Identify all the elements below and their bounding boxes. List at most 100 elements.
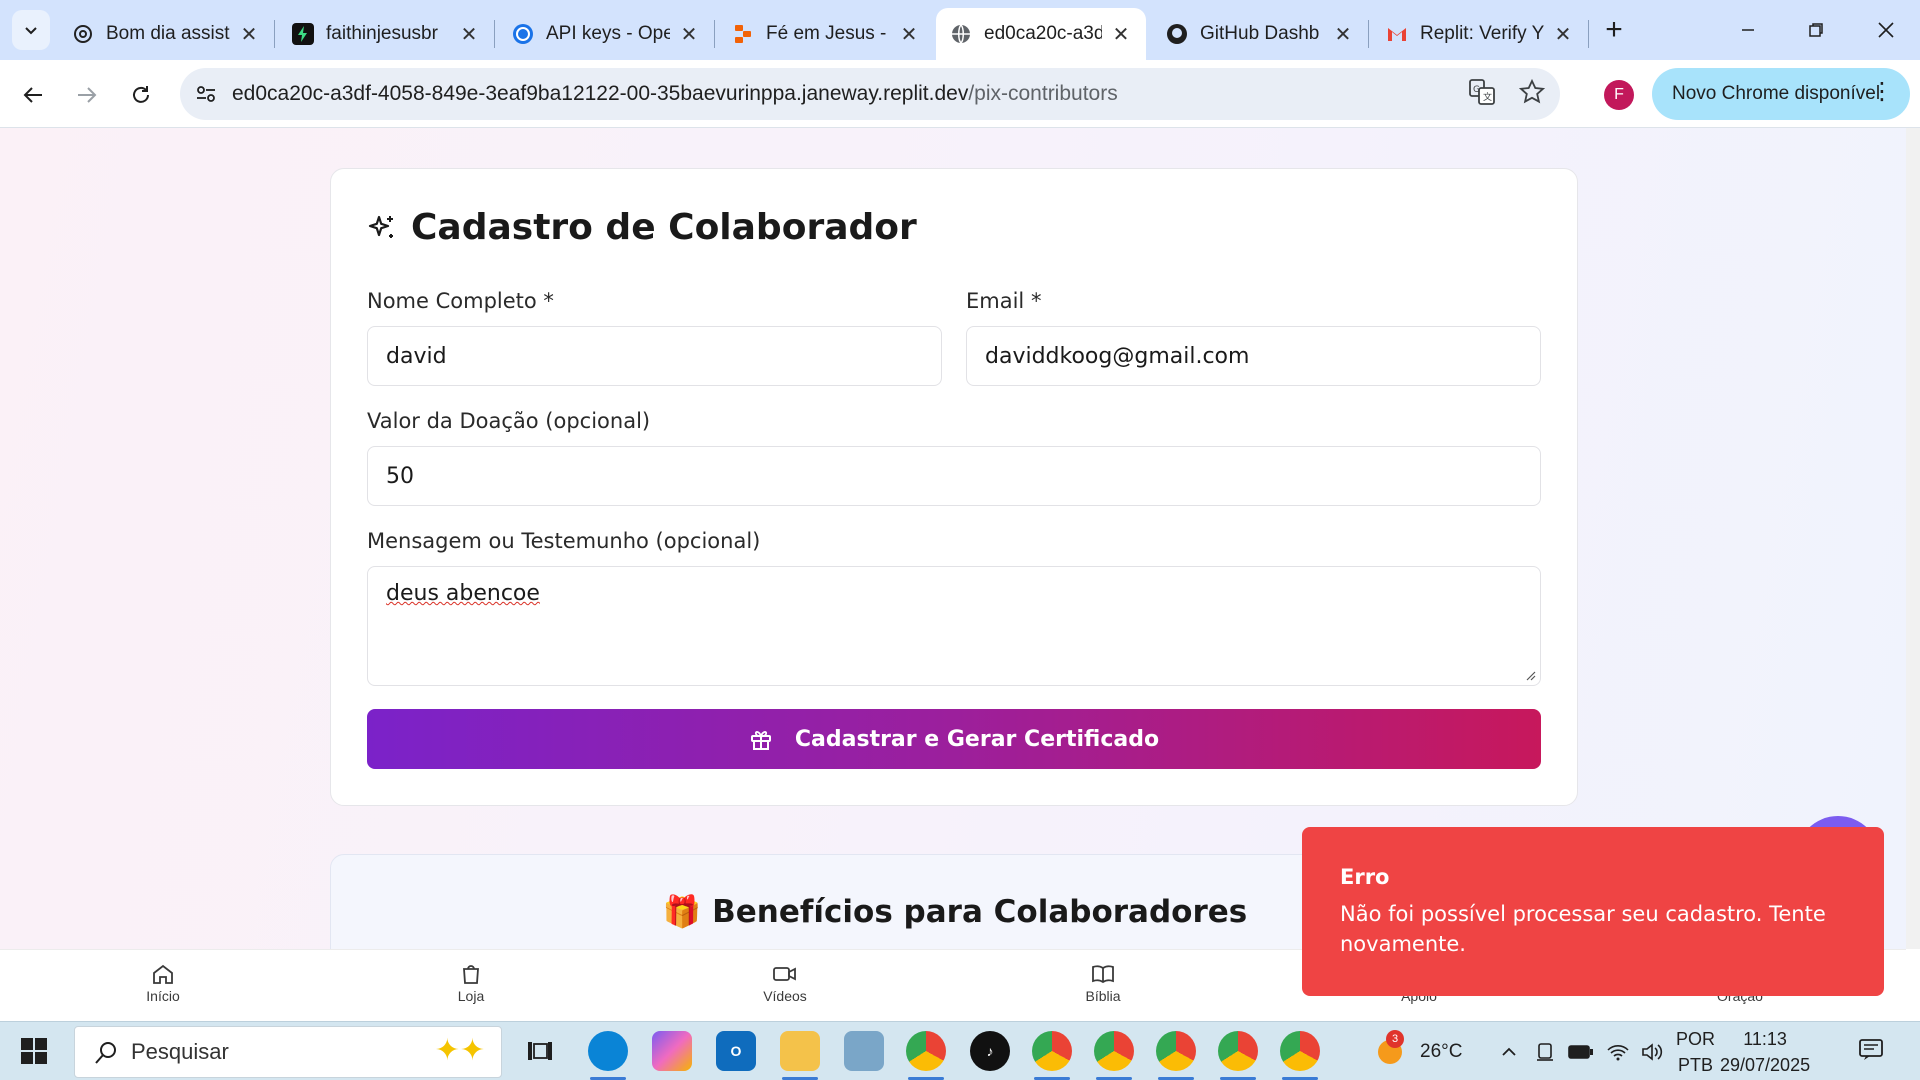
error-toast[interactable]: Erro Não foi possível processar seu cada…	[1302, 827, 1884, 996]
tab-gmail[interactable]: Replit: Verify Y ✕	[1372, 8, 1588, 60]
battery-icon[interactable]	[1568, 1022, 1594, 1080]
tab-title: Fé em Jesus -	[766, 23, 887, 44]
more-menu-icon[interactable]: ⋮	[1870, 80, 1894, 104]
nav-label: Loja	[457, 988, 485, 1004]
search-icon	[95, 1042, 116, 1064]
tab-separator	[274, 20, 275, 48]
new-tab-button[interactable]: +	[1596, 12, 1632, 48]
site-info-icon[interactable]	[180, 83, 232, 105]
bolt-icon	[292, 23, 314, 45]
meet-now-icon[interactable]	[1534, 1022, 1556, 1080]
bag-icon	[459, 960, 483, 988]
keyboard-language[interactable]: POR PTB	[1676, 1026, 1715, 1078]
task-view-icon[interactable]	[520, 1031, 560, 1071]
weather-widget[interactable]: 26°C	[1374, 1022, 1462, 1080]
wifi-icon[interactable]	[1606, 1022, 1630, 1080]
profile-avatar[interactable]: F	[1604, 80, 1634, 110]
tray-overflow-icon[interactable]	[1500, 1022, 1518, 1080]
page-viewport: Cadastro de Colaborador Nome Completo * …	[0, 128, 1920, 949]
nav-label: Início	[146, 988, 180, 1004]
nav-item-loja[interactable]: Loja	[411, 960, 531, 1004]
tab-api-keys[interactable]: API keys - Ope ✕	[498, 8, 714, 60]
close-icon[interactable]: ✕	[898, 22, 920, 47]
close-icon[interactable]: ✕	[1552, 22, 1574, 47]
chrome-profile-h-icon[interactable]	[1094, 1031, 1134, 1071]
bookmark-star-icon[interactable]	[1518, 78, 1546, 111]
email-field[interactable]: daviddkoog@gmail.com	[966, 326, 1541, 386]
close-icon[interactable]: ✕	[678, 22, 700, 47]
nav-item-inicio[interactable]: Início	[103, 960, 223, 1004]
close-icon[interactable]: ✕	[458, 22, 480, 47]
outlook-icon[interactable]: O	[716, 1031, 756, 1071]
nav-item-biblia[interactable]: Bíblia	[1043, 960, 1163, 1004]
close-icon[interactable]: ✕	[238, 22, 260, 47]
windows-start-icon[interactable]	[20, 1037, 48, 1065]
clock[interactable]: 11:13 29/07/2025	[1720, 1026, 1810, 1078]
name-field[interactable]: david	[367, 326, 942, 386]
close-icon	[1878, 22, 1894, 38]
arrow-right-icon	[78, 87, 97, 103]
page-scrollbar[interactable]	[1906, 128, 1920, 949]
back-button[interactable]	[14, 76, 52, 114]
tab-active-replit-dev[interactable]: ed0ca20c-a3d ✕	[936, 8, 1146, 60]
resize-handle-icon[interactable]	[1524, 669, 1536, 681]
globe-icon	[950, 23, 972, 45]
submit-button[interactable]: Cadastrar e Gerar Certificado	[367, 709, 1541, 769]
close-window-button[interactable]	[1866, 10, 1906, 50]
sparkles-icon	[367, 213, 397, 243]
chrome-update-button[interactable]: Novo Chrome disponível ⋮	[1652, 68, 1910, 120]
email-label: Email *	[966, 289, 1042, 313]
tab-title: GitHub Dashb	[1200, 23, 1320, 44]
copilot-icon[interactable]	[652, 1031, 692, 1071]
svg-text:G: G	[1473, 85, 1480, 95]
tiktok-icon[interactable]: ♪	[970, 1031, 1010, 1071]
nav-item-videos[interactable]: Vídeos	[725, 960, 845, 1004]
donation-label: Valor da Doação (opcional)	[367, 409, 651, 433]
tab-github[interactable]: GitHub Dashb ✕	[1152, 8, 1368, 60]
laptop-app-icon[interactable]	[844, 1031, 884, 1071]
chrome-profile-icon[interactable]	[906, 1031, 946, 1071]
book-icon	[1090, 960, 1116, 988]
chrome-profile-f-icon[interactable]	[1156, 1031, 1196, 1071]
clock-time: 11:13	[1743, 1029, 1787, 1049]
tab-search-button[interactable]	[12, 10, 50, 50]
notification-icon[interactable]	[1858, 1038, 1884, 1062]
restore-button[interactable]	[1796, 10, 1836, 50]
url-host: ed0ca20c-a3df-4058-849e-3eaf9ba12122-00-…	[232, 82, 969, 105]
message-text: deus abencoe	[386, 581, 540, 606]
minimize-button[interactable]	[1728, 10, 1768, 50]
forward-button[interactable]	[68, 76, 106, 114]
name-label: Nome Completo *	[367, 289, 554, 313]
openai-icon	[512, 23, 534, 45]
chrome-profile-c-icon[interactable]	[1032, 1031, 1072, 1071]
chrome-profile-d-icon[interactable]	[1218, 1031, 1258, 1071]
tab-separator	[714, 20, 715, 48]
url-path: /pix-contributors	[968, 82, 1118, 105]
browser-toolbar: ed0ca20c-a3df-4058-849e-3eaf9ba12122-00-…	[0, 60, 1920, 128]
donation-field[interactable]: 50	[367, 446, 1541, 506]
volume-icon[interactable]	[1640, 1022, 1664, 1080]
message-textarea[interactable]: deus abencoe	[367, 566, 1541, 686]
nav-label: Vídeos	[763, 988, 807, 1004]
chrome-profile-e-icon[interactable]	[1280, 1031, 1320, 1071]
address-bar[interactable]: ed0ca20c-a3df-4058-849e-3eaf9ba12122-00-…	[180, 68, 1560, 120]
translate-icon[interactable]: G文	[1468, 78, 1496, 111]
taskbar-search-placeholder: Pesquisar	[131, 1039, 229, 1064]
arrow-left-icon	[23, 87, 42, 103]
tab-faithinjesus[interactable]: faithinjesusbr ✕	[278, 8, 494, 60]
reload-button[interactable]	[122, 76, 160, 114]
restore-icon	[1809, 23, 1823, 37]
home-icon	[151, 960, 175, 988]
tab-fe-em-jesus[interactable]: Fé em Jesus - ✕	[718, 8, 934, 60]
video-icon	[772, 960, 798, 988]
close-icon[interactable]: ✕	[1332, 22, 1354, 47]
edge-icon[interactable]	[588, 1031, 628, 1071]
taskbar-search[interactable]: Pesquisar ✦✦	[74, 1026, 502, 1078]
close-icon[interactable]: ✕	[1110, 22, 1132, 47]
tab-separator	[1588, 20, 1589, 48]
tab-bom-dia[interactable]: Bom dia assist ✕	[58, 8, 274, 60]
replit-icon	[732, 23, 754, 45]
file-explorer-icon[interactable]	[780, 1031, 820, 1071]
tab-title: Replit: Verify Y	[1420, 23, 1544, 44]
clock-date: 29/07/2025	[1720, 1055, 1811, 1075]
